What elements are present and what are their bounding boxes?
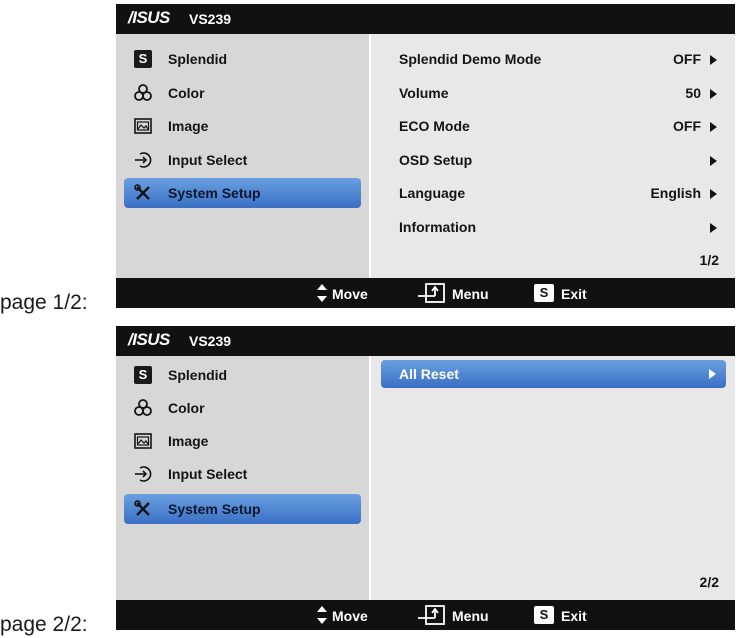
setting-information[interactable]: Information [371, 212, 736, 242]
system-setup-icon [134, 184, 150, 200]
menu-item-color[interactable]: Color [124, 78, 361, 108]
osd-page-2: /ISUS VS239 S Splendid Color Image Input… [116, 326, 735, 630]
menu-item-label: Input Select [168, 152, 248, 168]
setting-label: ECO Mode [399, 118, 470, 134]
menu-item-label: Color [168, 85, 205, 101]
arrow-right-icon [710, 156, 717, 166]
menu-item-splendid[interactable]: S Splendid [124, 44, 361, 74]
menu-item-label: Image [168, 118, 209, 134]
footer-exit-label: Exit [561, 286, 587, 302]
page-caption-2: page 2/2: [0, 613, 88, 636]
splendid-s-icon: S [134, 50, 152, 68]
model-name: VS239 [189, 11, 232, 27]
move-up-down-icon [317, 606, 327, 624]
model-name: VS239 [189, 333, 232, 349]
splendid-s-icon: S [134, 366, 152, 384]
color-icon [134, 84, 152, 101]
exit-s-icon: S [534, 284, 554, 302]
setting-value: 50 [685, 85, 701, 101]
footer-move-label: Move [332, 286, 368, 302]
arrow-right-icon [710, 189, 717, 199]
menu-item-image[interactable]: Image [124, 426, 361, 456]
setting-all-reset[interactable]: All Reset [381, 360, 726, 388]
settings-panel: Splendid Demo Mode OFF Volume 50 ECO Mod… [369, 34, 735, 278]
menu-item-system-setup[interactable]: System Setup [124, 178, 361, 208]
osd-header: /ISUS VS239 [116, 4, 735, 34]
image-icon [134, 433, 152, 449]
footer-move-label: Move [332, 608, 368, 624]
setting-value: OFF [673, 118, 701, 134]
menu-item-label: Input Select [168, 466, 248, 482]
footer-menu-label: Menu [452, 608, 489, 624]
arrow-right-icon [710, 55, 717, 65]
osd-footer: Move Menu S Exit [116, 278, 735, 308]
settings-panel: All Reset 2/2 [369, 356, 735, 600]
setting-value: English [650, 185, 701, 201]
arrow-right-icon [710, 223, 717, 233]
setting-label: OSD Setup [399, 152, 473, 168]
main-menu: S Splendid Color Image Input Select Syst… [116, 356, 369, 600]
setting-label: All Reset [399, 366, 459, 382]
menu-item-input-select[interactable]: Input Select [124, 145, 361, 175]
asus-logo: /ISUS [128, 330, 170, 349]
menu-item-label: Image [168, 433, 209, 449]
setting-eco-mode[interactable]: ECO Mode OFF [371, 111, 736, 141]
page-indicator: 1/2 [699, 252, 719, 268]
setting-label: Information [399, 219, 476, 235]
arrow-right-icon [710, 89, 717, 99]
setting-osd-setup[interactable]: OSD Setup [371, 145, 736, 175]
osd-header: /ISUS VS239 [116, 326, 735, 356]
setting-volume[interactable]: Volume 50 [371, 78, 736, 108]
main-menu: S Splendid Color Image Input Select Syst… [116, 34, 369, 278]
asus-logo: /ISUS [128, 8, 170, 27]
input-select-icon [135, 152, 152, 168]
osd-page-1: /ISUS VS239 S Splendid Color Image Input… [116, 4, 735, 308]
menu-enter-icon [418, 605, 445, 625]
page-indicator: 2/2 [699, 574, 719, 590]
setting-label: Language [399, 185, 466, 201]
footer-exit-label: Exit [561, 608, 587, 624]
arrow-right-icon [710, 122, 717, 132]
menu-item-label: System Setup [168, 501, 261, 517]
image-icon [134, 118, 152, 134]
system-setup-icon [134, 500, 150, 516]
menu-enter-icon [418, 283, 445, 303]
menu-item-label: Color [168, 400, 205, 416]
menu-item-image[interactable]: Image [124, 111, 361, 141]
setting-splendid-demo-mode[interactable]: Splendid Demo Mode OFF [371, 44, 736, 74]
page-caption-1: page 1/2: [0, 291, 88, 314]
setting-label: Splendid Demo Mode [399, 51, 542, 67]
menu-item-color[interactable]: Color [124, 393, 361, 423]
exit-s-icon: S [534, 606, 554, 624]
move-up-down-icon [317, 284, 327, 302]
menu-item-label: Splendid [168, 51, 228, 67]
color-icon [134, 399, 152, 416]
menu-item-system-setup[interactable]: System Setup [124, 494, 361, 524]
footer-menu-label: Menu [452, 286, 489, 302]
osd-footer: Move Menu S Exit [116, 600, 735, 630]
input-select-icon [135, 466, 152, 482]
setting-label: Volume [399, 85, 449, 101]
setting-language[interactable]: Language English [371, 178, 736, 208]
menu-item-label: Splendid [168, 367, 228, 383]
menu-item-label: System Setup [168, 185, 261, 201]
menu-item-input-select[interactable]: Input Select [124, 459, 361, 489]
setting-value: OFF [673, 51, 701, 67]
menu-item-splendid[interactable]: S Splendid [124, 360, 361, 390]
arrow-right-icon [709, 369, 716, 379]
